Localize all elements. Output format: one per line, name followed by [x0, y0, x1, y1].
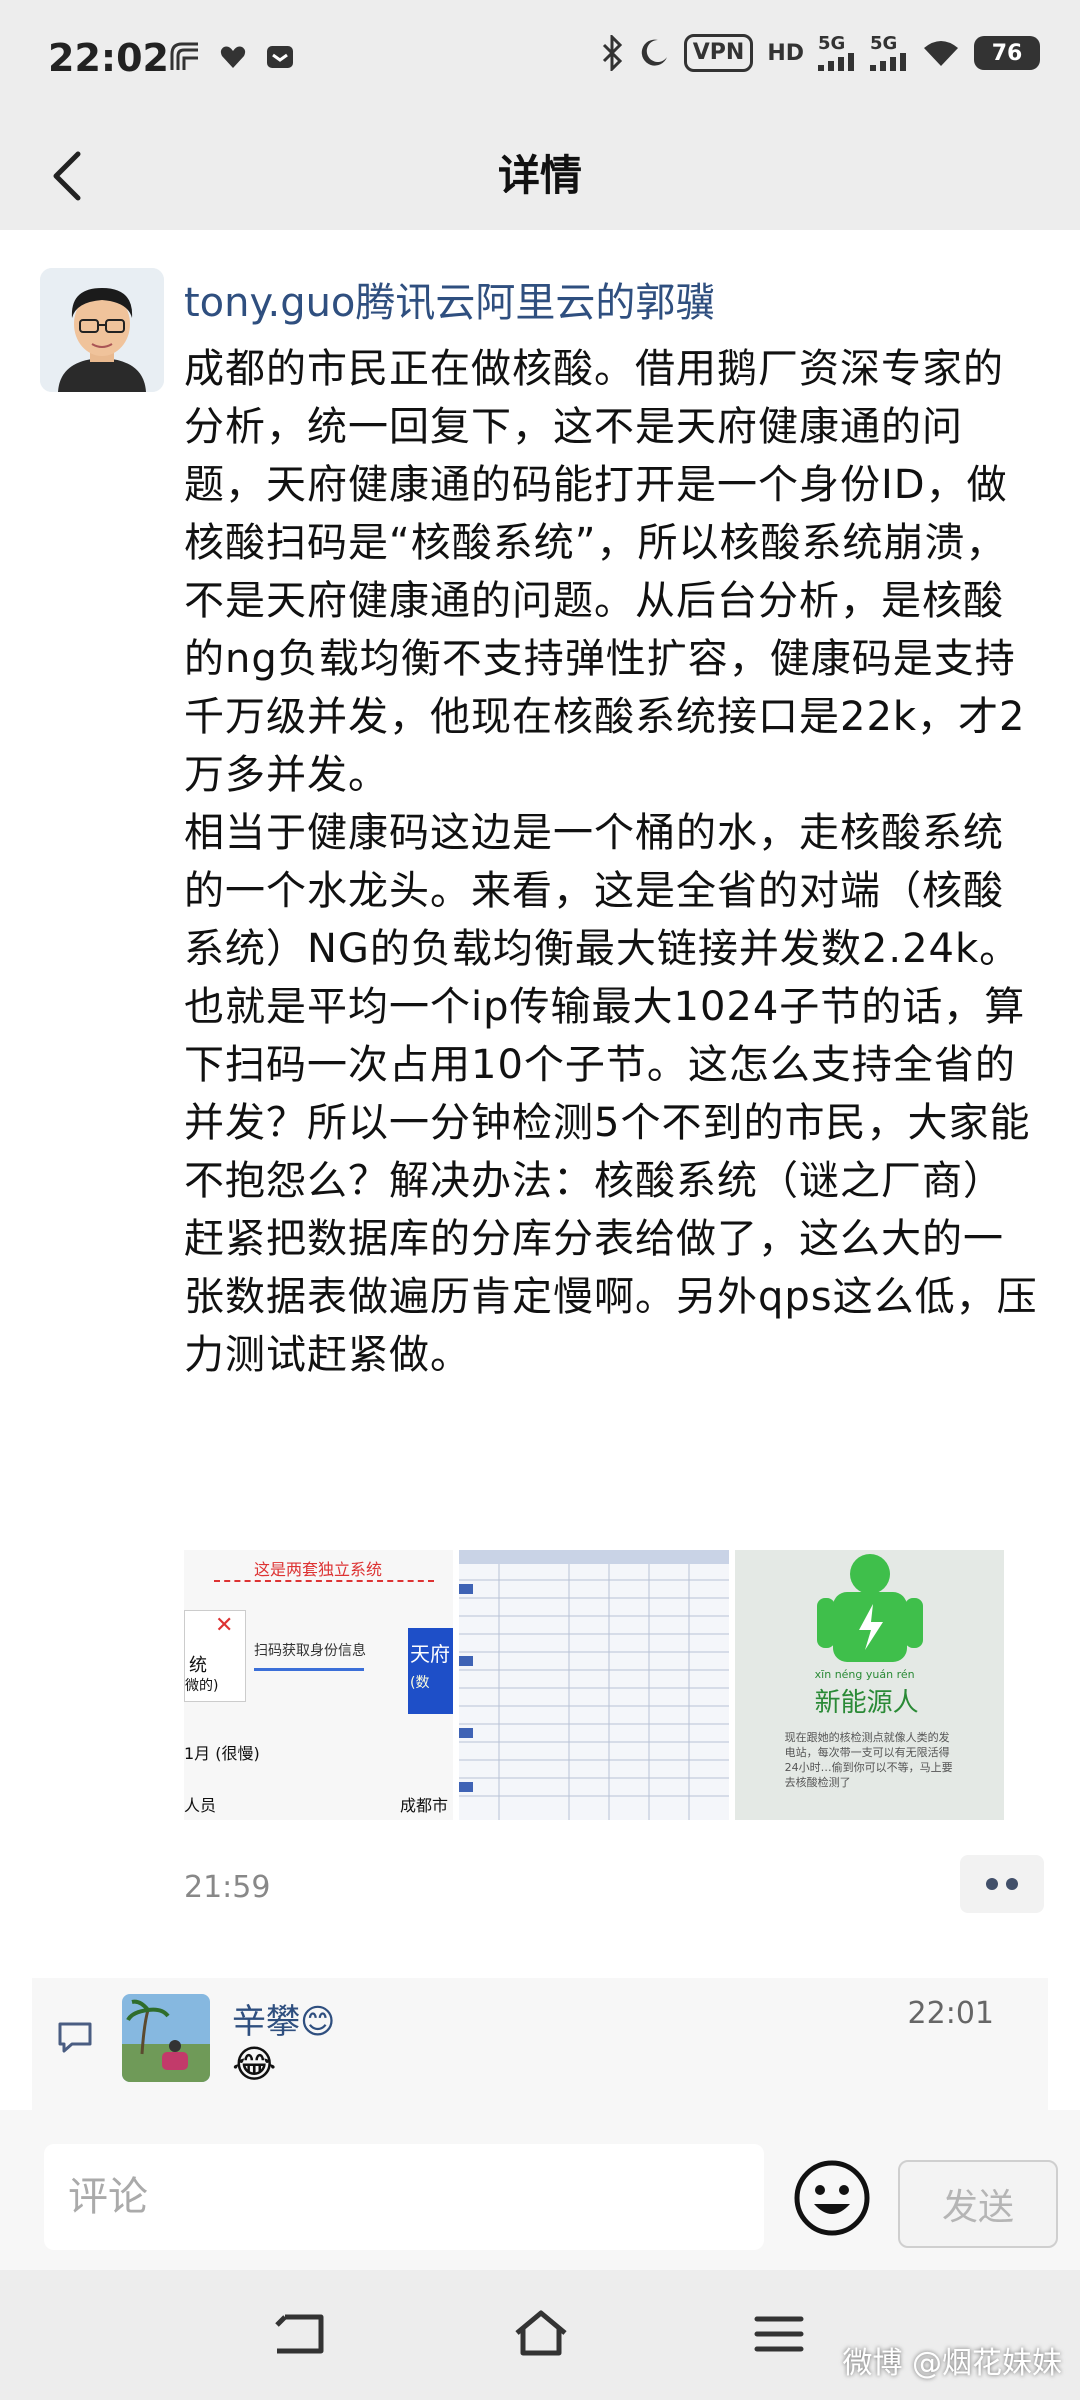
smiley-icon: [794, 2160, 870, 2236]
hd-badge: HD: [767, 40, 804, 66]
comment-text: 😂: [232, 2042, 277, 2086]
image1-dashed-line: [214, 1580, 434, 1582]
image3-desc: 现在跟她的核检测点就像人类的发电站，每次带一支可以有无限活得24小时…偷到你可以…: [784, 1731, 953, 1789]
image1-left-box: ✕ 统 微的): [184, 1610, 246, 1702]
cross-icon: ✕: [215, 1613, 234, 1638]
heart-icon: [218, 40, 248, 74]
image1-bottom-right: 成都市: [400, 1796, 449, 1815]
post-image-1[interactable]: 这是两套独立系统 ✕ 统 微的) 扫码获取身份信息 天府 (数 1月 (很慢) …: [184, 1550, 454, 1820]
home-icon: [515, 2310, 567, 2356]
vpn-badge: VPN: [683, 34, 754, 72]
page-title: 详情: [497, 151, 582, 200]
image3-pinyin: xīn néng yuán rén: [814, 1668, 915, 1681]
image1-arrow-label: 扫码获取身份信息: [254, 1643, 366, 1659]
back-arrow-icon: [275, 2314, 324, 2354]
moon-icon: [638, 37, 670, 69]
comment-input-bar: 发送: [0, 2110, 1080, 2270]
image1-left-sub: 微的): [185, 1678, 219, 1694]
post-image-2[interactable]: [459, 1550, 729, 1820]
image1-right-box: 天府 (数: [408, 1628, 454, 1714]
more-dots-icon: [986, 1878, 1018, 1890]
commenter-name[interactable]: 辛攀😊: [232, 1994, 335, 2043]
post-image-3[interactable]: xīn néng yuán rén 新能源人 现在跟她的核检测点就像人类的发电站…: [734, 1550, 1004, 1820]
author-name[interactable]: tony.guo腾讯云阿里云的郭骥: [184, 270, 715, 328]
image1-right-sub: (数: [410, 1675, 430, 1691]
commenter-name-text: 辛攀: [232, 2002, 300, 2042]
status-left-icons: [168, 40, 296, 74]
signal-5g-icon-1: 5G: [818, 35, 856, 71]
battery-indicator: 76: [974, 36, 1040, 70]
image1-left-text: 统: [189, 1655, 207, 1676]
nav-back-button[interactable]: [264, 2304, 334, 2364]
network-label-2: 5G: [870, 33, 898, 54]
watermark: 微博 @烟花妹妹: [842, 2346, 1062, 2381]
emoji-button[interactable]: [792, 2158, 872, 2238]
more-actions-button[interactable]: [960, 1855, 1044, 1913]
author-avatar[interactable]: [40, 268, 164, 392]
message-icon: [264, 40, 296, 74]
post-time: 21:59: [184, 1870, 271, 1905]
screen: 22:02 VPN HD 5G 5G 76 详情 tony.guo腾讯云阿里云的…: [0, 0, 1080, 2400]
comment-input[interactable]: [44, 2144, 764, 2250]
image1-bottom-left2: 人员: [184, 1796, 217, 1815]
system-nav-bar: 微博 @烟花妹妹: [0, 2270, 1080, 2400]
menu-icon: [754, 2316, 804, 2352]
commenter-avatar[interactable]: [122, 1994, 210, 2082]
wifi-icon: [922, 38, 960, 68]
status-right-icons: VPN HD 5G 5G 76: [600, 34, 1040, 72]
image3-title: 新能源人: [814, 1688, 919, 1718]
post-images: 这是两套独立系统 ✕ 统 微的) 扫码获取身份信息 天府 (数 1月 (很慢) …: [184, 1550, 1004, 1820]
comments-area: 辛攀😊 22:01 😂: [32, 1978, 1048, 2110]
image1-arrow: [254, 1668, 364, 1671]
image1-bottom-left: 1月 (很慢): [184, 1744, 260, 1763]
table-screenshot-graphic: [459, 1550, 729, 1820]
title-bar: 详情: [0, 120, 1080, 230]
network-label-1: 5G: [818, 33, 846, 54]
comment-time: 22:01: [907, 1996, 994, 2031]
post-text: 成都的市民正在做核酸。借用鹅厂资深专家的分析，统一回复下，这不是天府健康通的问题…: [184, 346, 1038, 1378]
commenter-name-emoji: 😊: [300, 2002, 336, 2042]
image1-right-text: 天府: [410, 1642, 450, 1666]
status-time: 22:02: [48, 36, 169, 80]
send-button[interactable]: 发送: [898, 2160, 1058, 2248]
status-bar: 22:02 VPN HD 5G 5G 76: [0, 0, 1080, 120]
image1-top-label: 这是两套独立系统: [254, 1560, 383, 1579]
nav-menu-button[interactable]: [744, 2304, 814, 2364]
notification-icon: [168, 40, 202, 74]
signal-5g-icon-2: 5G: [870, 35, 908, 71]
comment-icon: [56, 2018, 94, 2056]
post-content: tony.guo腾讯云阿里云的郭骥 成都的市民正在做核酸。借用鹅厂资深专家的分析…: [0, 230, 1080, 2110]
nav-home-button[interactable]: [506, 2304, 576, 2364]
bluetooth-icon: [600, 35, 624, 71]
